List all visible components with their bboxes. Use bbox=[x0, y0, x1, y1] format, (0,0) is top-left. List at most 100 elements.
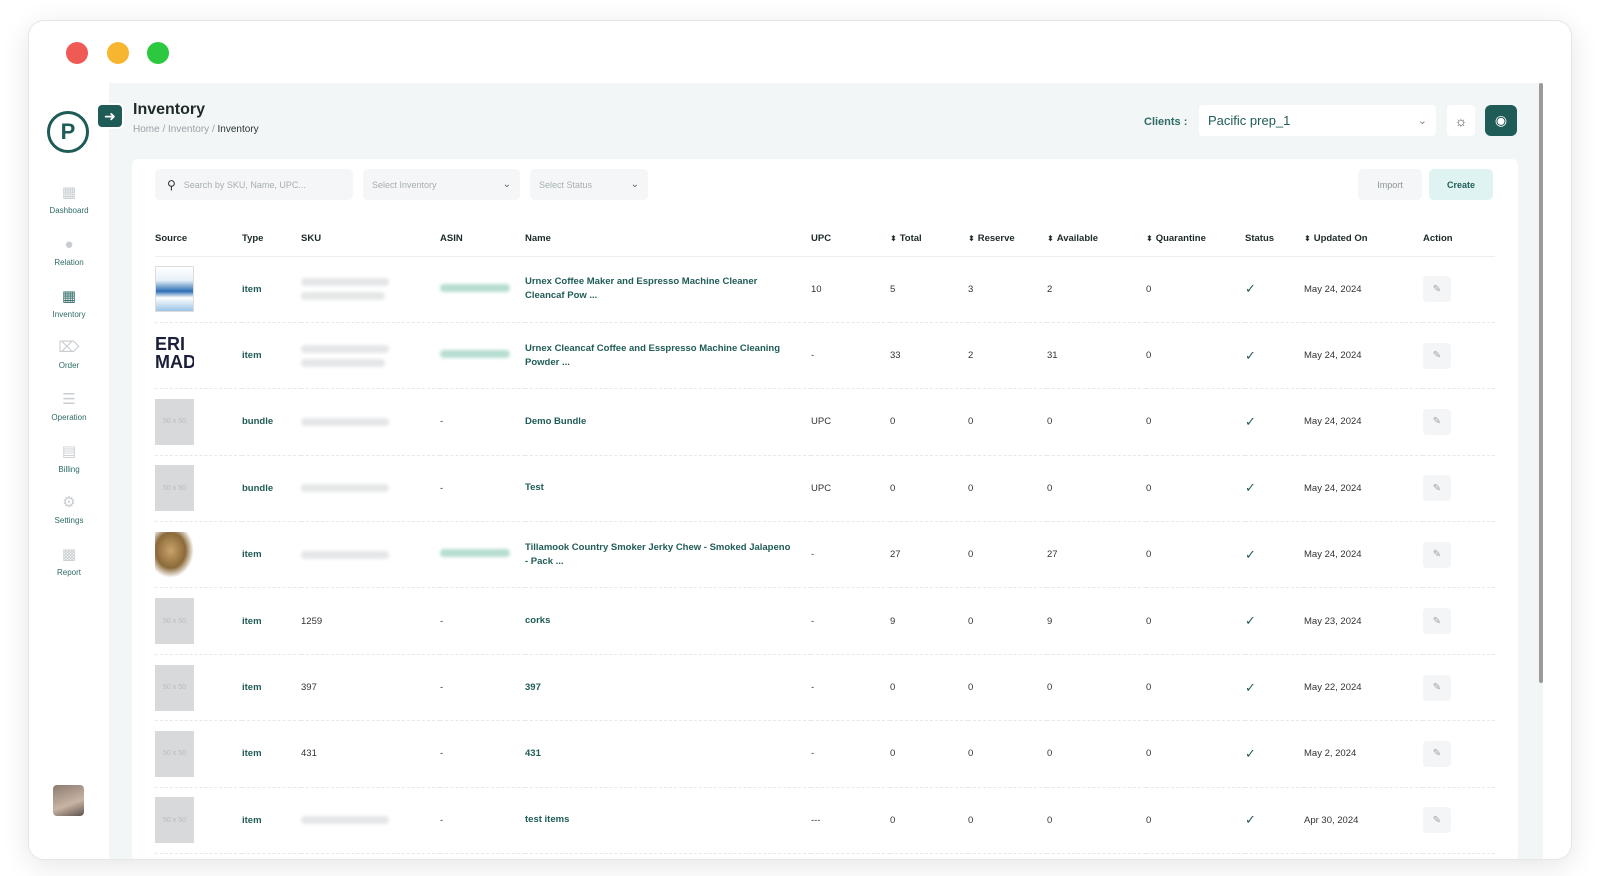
name-cell[interactable]: test items bbox=[525, 787, 811, 855]
updated-on-cell: May 24, 2024 bbox=[1304, 256, 1423, 323]
type-cell: item bbox=[242, 322, 301, 390]
table-row[interactable]: 50 x 50 bundle - Demo Bundle UPC 0 0 0 0 ✓ May 24,… bbox=[155, 388, 1495, 456]
column-header-total[interactable]: ⬍ Total bbox=[890, 221, 968, 257]
column-header-available[interactable]: ⬍ Available bbox=[1047, 221, 1146, 257]
inventory-select[interactable]: Select Inventory ⌄ bbox=[363, 169, 520, 200]
name-cell[interactable]: corks bbox=[525, 587, 811, 655]
type-cell: bundle bbox=[242, 388, 301, 456]
edit-button[interactable]: ✎ bbox=[1423, 608, 1451, 635]
name-cell[interactable]: 431 bbox=[525, 720, 811, 788]
name-cell[interactable]: Demo Bundle bbox=[525, 388, 811, 456]
name-cell[interactable]: Tillamook Country Smoker Jerky Chew - Sm… bbox=[525, 521, 811, 589]
asin-value: - bbox=[440, 615, 444, 627]
cart-icon: ⌦ bbox=[58, 339, 80, 356]
create-button[interactable]: Create bbox=[1429, 169, 1493, 200]
asin-cell: - bbox=[440, 455, 525, 523]
sidebar-item-label: Operation bbox=[51, 413, 87, 422]
product-image bbox=[155, 266, 194, 313]
sidebar-item-billing[interactable]: ▤ Billing bbox=[29, 442, 109, 474]
redacted-sku bbox=[301, 484, 440, 493]
asin-cell bbox=[440, 521, 525, 589]
sidebar-toggle-button[interactable]: ➜ bbox=[96, 103, 124, 129]
status-cell: ✓ bbox=[1245, 455, 1304, 523]
asin-value: - bbox=[440, 814, 444, 826]
quarantine-cell: 0 bbox=[1146, 654, 1245, 722]
upc-cell: --- bbox=[811, 787, 890, 855]
maximize-window-button[interactable] bbox=[147, 42, 169, 64]
table-row[interactable]: 50 x 50 item 1259- corks -9 0 9 0 ✓ May 23, 2024 ✎ bbox=[155, 587, 1495, 655]
product-image bbox=[155, 531, 194, 578]
sidebar: P ▦ Dashboard ● Relation ▦ Inventory ⌦ O… bbox=[29, 83, 109, 859]
breadcrumb-inventory[interactable]: Inventory bbox=[168, 124, 209, 135]
redacted-sku bbox=[301, 816, 440, 825]
action-cell: ✎ bbox=[1423, 322, 1495, 390]
sidebar-item-settings[interactable]: ⚙ Settings bbox=[29, 493, 109, 525]
edit-button[interactable]: ✎ bbox=[1423, 807, 1451, 834]
status-select[interactable]: Select Status ⌄ bbox=[530, 169, 648, 200]
sku-cell bbox=[301, 455, 440, 523]
total-cell: 0 bbox=[890, 455, 968, 523]
source-cell: 50 x 50 bbox=[155, 654, 242, 722]
profile-menu-button[interactable]: ◉ bbox=[1485, 105, 1517, 136]
check-icon: ✓ bbox=[1245, 480, 1256, 496]
table-row[interactable]: 50 x 50 item - test items --- 0 0 0 0 ✓ Apr 30, 20… bbox=[155, 787, 1495, 855]
sidebar-item-dashboard[interactable]: ▦ Dashboard bbox=[29, 183, 109, 215]
column-header-updated-on[interactable]: ⬍ Updated On bbox=[1304, 221, 1423, 257]
column-header-source: Source bbox=[155, 221, 242, 257]
source-cell bbox=[155, 256, 242, 323]
table-row[interactable]: ERI MAD item Urnex Cleancaf Coffee and Essp… bbox=[155, 322, 1495, 390]
asin-cell: - bbox=[440, 388, 525, 456]
edit-button[interactable]: ✎ bbox=[1423, 674, 1451, 701]
updated-on-cell: May 24, 2024 bbox=[1304, 388, 1423, 456]
sidebar-item-report[interactable]: ▩ Report bbox=[29, 545, 109, 577]
theme-toggle-button[interactable]: ☼ bbox=[1447, 105, 1475, 136]
column-header-quarantine[interactable]: ⬍ Quarantine bbox=[1146, 221, 1245, 257]
table-row[interactable]: item Urnex Coffee Maker and Espresso Mach… bbox=[155, 256, 1495, 323]
edit-button[interactable]: ✎ bbox=[1423, 740, 1451, 767]
updated-on-cell: May 2, 2024 bbox=[1304, 720, 1423, 788]
name-cell[interactable]: 397 bbox=[525, 654, 811, 722]
asin-cell: - bbox=[440, 720, 525, 788]
name-cell[interactable]: Urnex Cleancaf Coffee and Esspresso Mach… bbox=[525, 322, 811, 390]
quarantine-cell: 0 bbox=[1146, 256, 1245, 323]
breadcrumb-home[interactable]: Home bbox=[133, 124, 160, 135]
import-button[interactable]: Import bbox=[1358, 169, 1422, 200]
edit-button[interactable]: ✎ bbox=[1423, 276, 1451, 303]
search-input[interactable] bbox=[183, 179, 344, 190]
available-cell: 0 bbox=[1047, 720, 1146, 788]
source-cell: 50 x 50 bbox=[155, 720, 242, 788]
search-box[interactable]: ⚲ bbox=[155, 169, 353, 200]
chat-icon: ◉ bbox=[1494, 112, 1508, 128]
minimize-window-button[interactable] bbox=[107, 42, 129, 64]
type-cell: item bbox=[242, 256, 301, 323]
page-scrollbar[interactable] bbox=[1539, 83, 1543, 683]
edit-button[interactable]: ✎ bbox=[1423, 408, 1451, 435]
asin-value: - bbox=[440, 748, 444, 760]
name-cell[interactable]: Urnex Coffee Maker and Espresso Machine … bbox=[525, 256, 811, 323]
table-row[interactable]: 50 x 50 item 397-397-0 0 0 0 ✓ May 22, 2024 ✎ bbox=[155, 654, 1495, 722]
name-cell[interactable]: Test bbox=[525, 455, 811, 523]
table-row[interactable]: 50 x 50 item 431-431-0 0 0 0 ✓ May 2, 2024 ✎ bbox=[155, 720, 1495, 788]
pencil-icon: ✎ bbox=[1432, 283, 1442, 295]
total-cell: 27 bbox=[890, 521, 968, 589]
column-header-reserve[interactable]: ⬍ Reserve bbox=[968, 221, 1047, 257]
sidebar-item-label: Inventory bbox=[52, 310, 86, 319]
table-row[interactable]: item Tillamook Country Smoker Jerky Chew … bbox=[155, 521, 1495, 589]
close-window-button[interactable] bbox=[66, 42, 88, 64]
user-avatar[interactable] bbox=[53, 785, 84, 816]
edit-button[interactable]: ✎ bbox=[1423, 342, 1451, 369]
sidebar-item-inventory[interactable]: ▦ Inventory bbox=[29, 287, 109, 319]
sidebar-item-label: Order bbox=[58, 361, 80, 370]
edit-button[interactable]: ✎ bbox=[1423, 475, 1451, 502]
table-row[interactable]: 50 x 50 bundle - Test UPC 0 0 0 0 ✓ May 24, 2024 ✎ bbox=[155, 455, 1495, 523]
edit-button[interactable]: ✎ bbox=[1423, 541, 1451, 568]
action-cell: ✎ bbox=[1423, 455, 1495, 523]
sidebar-item-relation[interactable]: ● Relation bbox=[29, 235, 109, 268]
sidebar-item-operation[interactable]: ☰ Operation bbox=[29, 390, 109, 422]
app-logo[interactable]: P bbox=[47, 111, 89, 153]
upc-cell: UPC bbox=[811, 388, 890, 456]
arrow-right-icon: ➜ bbox=[104, 107, 116, 124]
reserve-cell: 0 bbox=[968, 587, 1047, 655]
client-select[interactable]: Pacific prep_1 ⌄ bbox=[1199, 105, 1436, 136]
sidebar-item-order[interactable]: ⌦ Order bbox=[29, 338, 109, 370]
